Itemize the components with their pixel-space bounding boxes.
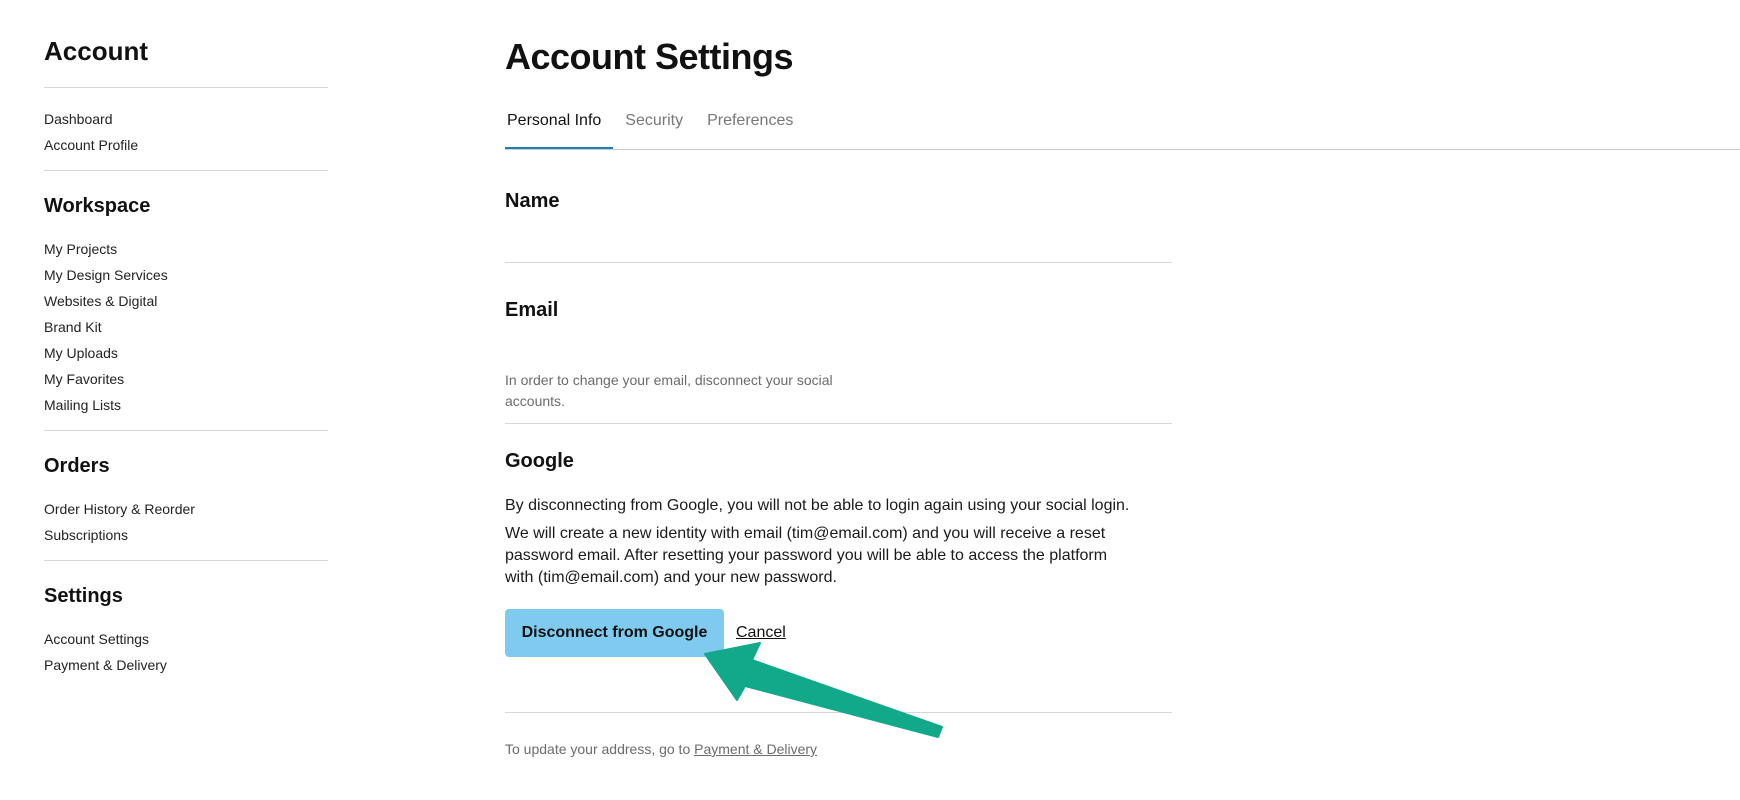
page-title: Account Settings (505, 36, 794, 77)
tab-personal-info[interactable]: Personal Info (505, 104, 614, 149)
sidebar-title: Account (44, 36, 148, 66)
sidebar-item-my-design-services[interactable]: My Design Services (44, 262, 328, 288)
sidebar-item-brand-kit[interactable]: Brand Kit (44, 314, 328, 340)
sidebar-item-dashboard[interactable]: Dashboard (44, 106, 328, 132)
address-note-text: To update your address, go to (505, 741, 695, 757)
name-section: Name (505, 150, 1172, 263)
email-label: Email (505, 299, 559, 321)
name-label: Name (505, 190, 560, 212)
sidebar-item-order-history[interactable]: Order History & Reorder (44, 496, 328, 522)
google-description: By disconnecting from Google, you will n… (505, 495, 1172, 589)
sidebar-section-account: Account (44, 36, 328, 67)
google-warning-text: By disconnecting from Google, you will n… (505, 497, 1130, 514)
sidebar-section-settings: Settings Account Settings Payment & Deli… (44, 585, 328, 690)
sidebar-item-my-favorites[interactable]: My Favorites (44, 366, 328, 392)
google-label: Google (505, 450, 574, 472)
google-actions: Disconnect from Google Cancel (505, 609, 1172, 657)
sidebar-item-my-projects[interactable]: My Projects (44, 236, 328, 262)
sidebar-heading-orders: Orders (44, 455, 110, 477)
sidebar-item-my-uploads[interactable]: My Uploads (44, 340, 328, 366)
settings-tabs: Personal Info Security Preferences (505, 104, 1740, 150)
sidebar: Account Dashboard Account Profile Worksp… (44, 36, 328, 714)
cancel-link[interactable]: Cancel (736, 624, 786, 642)
sidebar-item-subscriptions[interactable]: Subscriptions (44, 522, 328, 548)
sidebar-heading-workspace: Workspace (44, 195, 151, 217)
google-reset-text: We will create a new identity with email… (505, 525, 1108, 586)
sidebar-section-orders: Orders Order History & Reorder Subscript… (44, 455, 328, 561)
sidebar-item-websites-digital[interactable]: Websites & Digital (44, 288, 328, 314)
tab-preferences[interactable]: Preferences (695, 104, 805, 149)
sidebar-section-workspace: Workspace My Projects My Design Services… (44, 195, 328, 431)
sidebar-section-account-links: Dashboard Account Profile (44, 106, 328, 171)
main-content: Account Settings Personal Info Security … (505, 36, 1740, 757)
email-section: Email In order to change your email, dis… (505, 263, 1172, 424)
sidebar-item-account-profile[interactable]: Account Profile (44, 132, 328, 158)
sidebar-item-account-settings[interactable]: Account Settings (44, 626, 328, 652)
sidebar-item-payment-delivery[interactable]: Payment & Delivery (44, 652, 328, 678)
address-note: To update your address, go to Payment & … (505, 741, 1740, 757)
google-section: Google By disconnecting from Google, you… (505, 424, 1172, 713)
sidebar-divider (44, 87, 328, 88)
disconnect-google-button[interactable]: Disconnect from Google (505, 609, 724, 657)
payment-delivery-link[interactable]: Payment & Delivery (694, 741, 817, 757)
email-note: In order to change your email, disconnec… (505, 372, 833, 409)
sidebar-heading-settings: Settings (44, 585, 123, 607)
tab-security[interactable]: Security (613, 104, 695, 149)
sidebar-item-mailing-lists[interactable]: Mailing Lists (44, 392, 328, 418)
